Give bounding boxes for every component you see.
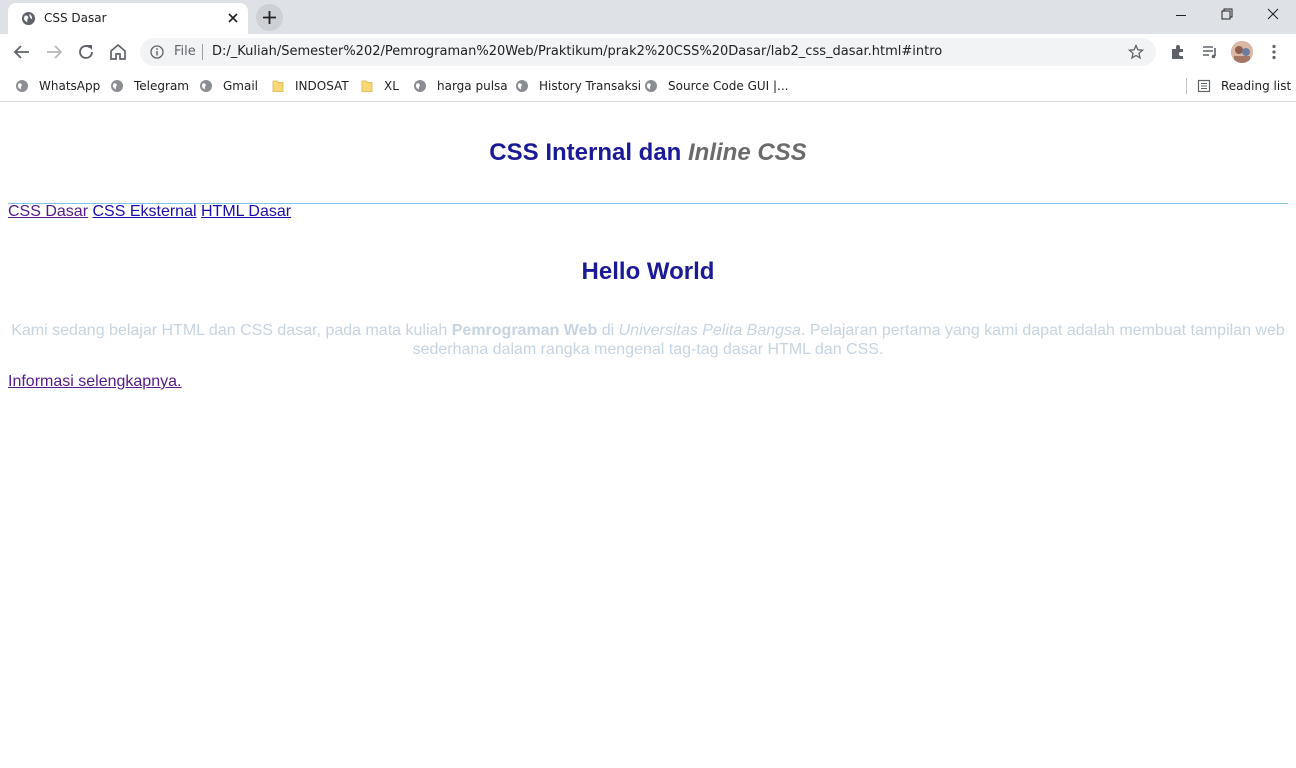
bookmark-label: History Transaksi [539,79,642,93]
restore-icon[interactable] [1204,0,1250,30]
bookmark-gmail[interactable]: Gmail [199,77,258,95]
tab-strip: CSS Dasar [0,0,1296,34]
paragraph-italic: Universitas Pelita Bangsa [618,322,801,339]
paragraph-bold: Pemrograman Web [451,322,598,339]
new-tab-icon[interactable] [256,4,283,31]
bookmark-history-transaksi[interactable]: History Transaksi [515,77,641,95]
more-menu-icon[interactable] [1264,42,1284,62]
more-info-link[interactable]: Informasi selengkapnya. [8,373,181,391]
bookmark-indosat[interactable]: INDOSAT [271,77,349,95]
reading-list-label: Reading list [1221,79,1292,93]
address-separator [202,44,203,60]
bookmark-xl[interactable]: XL [360,77,399,95]
bookmark-source-code-gui[interactable]: Source Code GUI |... [644,77,789,95]
browser-tab[interactable]: CSS Dasar [8,3,248,34]
paragraph-text-1: Kami sedang belajar HTML dan CSS dasar, … [11,322,452,339]
page-title-plain: CSS Internal dan [489,139,688,166]
forward-arrow-icon[interactable] [40,38,68,66]
browser-toolbar: File D:/_Kuliah/Semester%202/Pemrograman… [0,34,1296,70]
page-nav: CSS Dasar CSS Eksternal HTML Dasar [8,203,291,221]
bookmark-whatsapp[interactable]: WhatsApp [15,77,100,95]
media-controls-icon[interactable] [1200,42,1220,62]
tab-title: CSS Dasar [44,11,107,25]
globe-icon [16,80,28,92]
bookmark-label: Source Code GUI |... [668,79,789,93]
bookmark-label: Telegram [134,79,189,93]
close-tab-icon[interactable] [224,9,242,27]
reading-list-button[interactable]: Reading list [1197,77,1291,95]
reload-icon[interactable] [72,38,100,66]
window-close-icon[interactable] [1250,0,1296,30]
home-icon[interactable] [104,38,132,66]
page-title-italic: Inline CSS [688,139,807,166]
bookmark-telegram[interactable]: Telegram [110,77,189,95]
bookmark-label: XL [384,79,399,93]
profile-avatar[interactable] [1231,41,1253,63]
reading-list-icon [1197,79,1211,93]
minimize-icon[interactable] [1158,0,1204,30]
folder-icon [272,80,284,92]
bookmark-harga-pulsa[interactable]: harga pulsa [413,77,508,95]
nav-link-css-eksternal[interactable]: CSS Eksternal [92,203,196,220]
address-scheme-label: File [174,44,196,59]
bookmark-star-icon[interactable] [1128,44,1144,60]
intro-paragraph: Kami sedang belajar HTML dan CSS dasar, … [8,321,1288,359]
bookmarks-separator [1186,78,1187,94]
page-title: CSS Internal dan Inline CSS [0,139,1296,167]
bookmark-label: INDOSAT [295,79,349,93]
bookmark-label: harga pulsa [437,79,508,93]
bookmark-label: WhatsApp [39,79,101,93]
address-bar[interactable]: File D:/_Kuliah/Semester%202/Pemrograman… [140,38,1156,66]
globe-icon [111,80,123,92]
back-arrow-icon[interactable] [8,38,36,66]
profile-picture-icon [1231,41,1253,63]
folder-icon [361,80,373,92]
bookmark-label: Gmail [223,79,259,93]
globe-icon [516,80,528,92]
extensions-icon[interactable] [1168,42,1188,62]
hello-heading: Hello World [581,258,715,285]
paragraph-text-2: di [597,322,619,339]
globe-icon [21,11,36,26]
bookmarks-bar: WhatsApp Telegram Gmail INDOSAT XL harga… [0,70,1296,102]
nav-link-html-dasar[interactable]: HTML Dasar [201,203,291,220]
globe-icon [200,80,212,92]
globe-icon [414,80,426,92]
address-url[interactable]: D:/_Kuliah/Semester%202/Pemrograman%20We… [212,44,942,59]
web-page: CSS Internal dan Inline CSS CSS Dasar CS… [0,103,1296,768]
info-icon[interactable] [150,45,164,59]
nav-link-css-dasar[interactable]: CSS Dasar [8,203,88,220]
globe-icon [645,80,657,92]
